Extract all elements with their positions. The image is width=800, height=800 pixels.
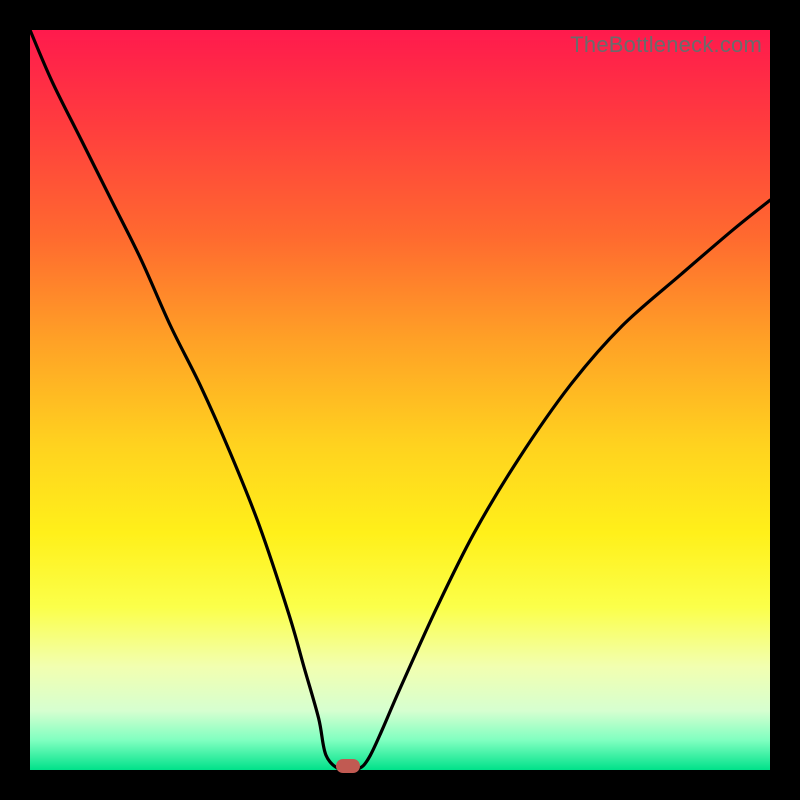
min-marker [336, 759, 360, 773]
watermark-text: TheBottleneck.com [570, 32, 762, 58]
chart-frame: TheBottleneck.com [0, 0, 800, 800]
curve-layer [30, 30, 770, 770]
plot-area: TheBottleneck.com [30, 30, 770, 770]
bottleneck-curve [30, 30, 770, 770]
